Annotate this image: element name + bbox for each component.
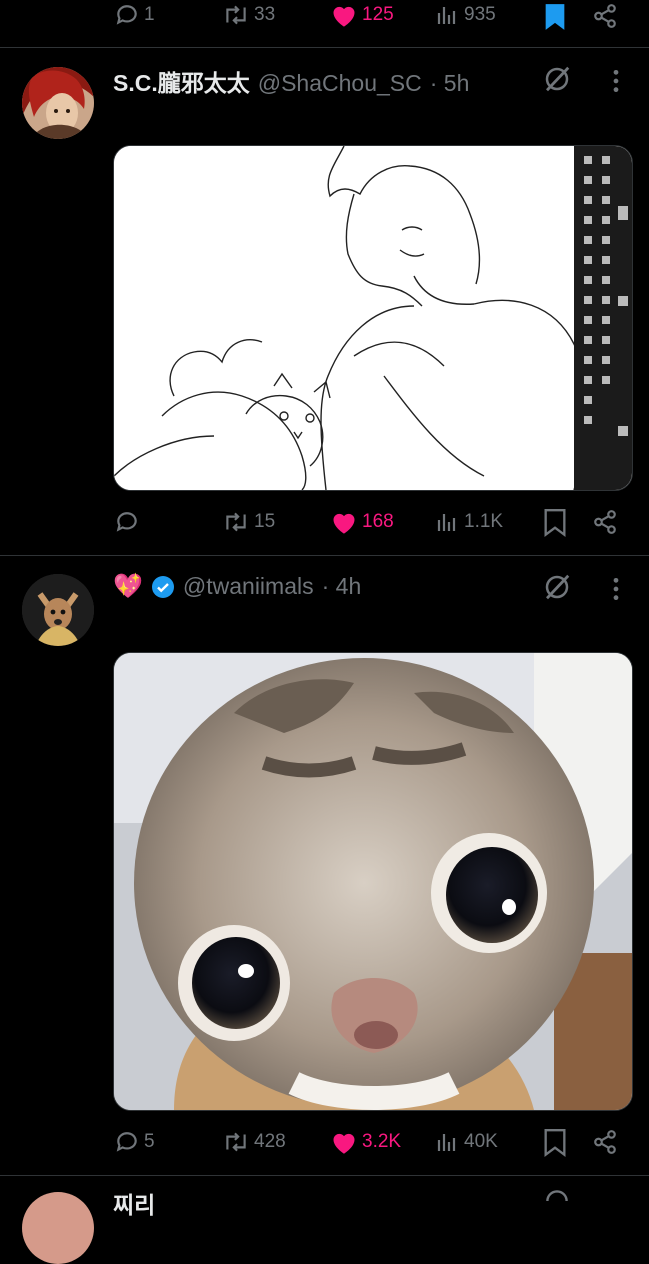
user-handle[interactable]: @twaniimals xyxy=(183,573,314,600)
kitten-closeup-photo xyxy=(114,653,632,1110)
grok-icon xyxy=(546,1190,568,1202)
display-name[interactable]: S.C.朧邪太太 xyxy=(113,64,250,98)
like-count: 168 xyxy=(362,511,394,532)
reply-icon xyxy=(116,5,137,25)
views-icon xyxy=(437,7,456,24)
repost-count: 15 xyxy=(254,511,276,532)
reply-count: 1 xyxy=(144,4,155,25)
avatar-dog-photo-icon xyxy=(22,574,94,646)
repost-icon xyxy=(226,1132,246,1152)
display-name[interactable]: 찌리 xyxy=(113,1192,155,1218)
tweet-media-image[interactable] xyxy=(113,652,633,1111)
more-options-button[interactable] xyxy=(608,576,624,607)
reply-button[interactable] xyxy=(114,509,144,535)
repost-count: 33 xyxy=(254,4,276,25)
share-icon xyxy=(594,1130,616,1154)
reply-button[interactable]: 5 xyxy=(114,1129,155,1155)
more-options-button[interactable] xyxy=(608,68,624,99)
repost-button[interactable]: 428 xyxy=(222,1129,286,1155)
share-button[interactable] xyxy=(592,1129,618,1160)
tweet-divider xyxy=(0,555,649,556)
more-vertical-icon xyxy=(613,577,619,601)
like-button[interactable]: 125 xyxy=(330,2,394,28)
reply-button[interactable]: 1 xyxy=(114,2,155,28)
grok-button[interactable] xyxy=(542,572,572,607)
repost-icon xyxy=(226,512,246,532)
like-count: 3.2K xyxy=(362,1131,402,1152)
like-button[interactable]: 3.2K xyxy=(330,1129,401,1155)
tweet-divider xyxy=(0,1175,649,1176)
tweet-divider xyxy=(0,47,649,48)
tweet-media-image[interactable] xyxy=(113,145,633,491)
avatar[interactable] xyxy=(22,67,94,139)
grok-button[interactable] xyxy=(542,64,572,99)
bookmark-button[interactable] xyxy=(543,509,567,542)
avatar-illustration-icon xyxy=(22,67,94,139)
avatar[interactable] xyxy=(22,1192,94,1264)
bookmark-filled-icon xyxy=(545,4,565,30)
bookmark-button[interactable] xyxy=(543,3,567,36)
reply-icon xyxy=(116,512,137,532)
reply-icon xyxy=(116,1132,137,1152)
repost-button[interactable]: 15 xyxy=(222,509,275,535)
user-handle[interactable]: @ShaChou_SC xyxy=(258,70,422,97)
views-button[interactable]: 935 xyxy=(436,2,496,28)
views-count: 40K xyxy=(464,1131,498,1152)
lineart-sketch-image xyxy=(114,146,632,490)
heart-icon xyxy=(333,6,355,27)
heart-icon xyxy=(333,1133,355,1154)
bookmark-icon xyxy=(544,1129,566,1157)
repost-button[interactable]: 33 xyxy=(222,2,275,28)
views-icon xyxy=(437,1134,456,1151)
bookmark-icon xyxy=(544,509,566,537)
views-count: 1.1K xyxy=(464,511,504,532)
more-vertical-icon xyxy=(613,69,619,93)
display-name-emoji[interactable]: 💖 xyxy=(113,572,143,601)
reply-count: 5 xyxy=(144,1131,155,1152)
avatar[interactable] xyxy=(22,574,94,646)
share-button[interactable] xyxy=(592,509,618,540)
views-button[interactable]: 1.1K xyxy=(436,509,503,535)
verified-badge-icon xyxy=(151,575,174,598)
share-icon xyxy=(594,4,616,28)
views-count: 935 xyxy=(464,4,496,25)
views-button[interactable]: 40K xyxy=(436,1129,498,1155)
views-icon xyxy=(437,514,456,531)
grok-button[interactable] xyxy=(542,1188,572,1206)
like-button[interactable]: 168 xyxy=(330,509,394,535)
grok-icon xyxy=(545,66,570,92)
heart-icon xyxy=(333,513,355,534)
repost-icon xyxy=(226,5,246,25)
repost-count: 428 xyxy=(254,1131,286,1152)
timestamp[interactable]: · 5h xyxy=(430,70,470,97)
timestamp[interactable]: · 4h xyxy=(322,573,362,600)
grok-icon xyxy=(545,574,570,600)
bookmark-button[interactable] xyxy=(543,1129,567,1162)
like-count: 125 xyxy=(362,4,394,25)
share-button[interactable] xyxy=(592,3,618,34)
share-icon xyxy=(594,510,616,534)
